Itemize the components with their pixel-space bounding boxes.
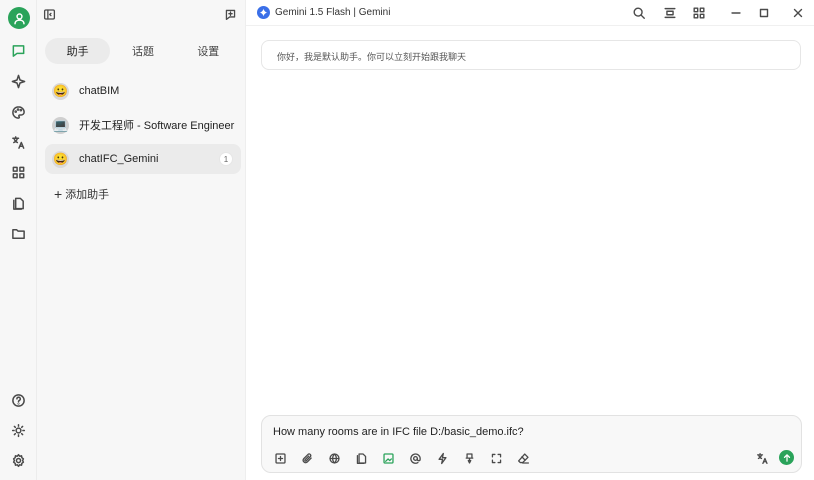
chat-icon[interactable]	[8, 40, 28, 60]
sidebar-toolbar	[37, 0, 246, 28]
fullscreen-expand-icon[interactable]	[487, 449, 505, 467]
new-topic-icon[interactable]	[222, 6, 238, 22]
assistant-name: chatIFC_Gemini	[79, 153, 159, 165]
tab-assistants[interactable]: 助手	[45, 38, 111, 64]
palette-icon[interactable]	[8, 102, 28, 122]
tab-settings[interactable]: 设置	[176, 38, 241, 64]
close-icon[interactable]	[790, 5, 806, 21]
assistant-list: 😀 chatBIM 💻 开发工程师 - Software Engineer 😀 …	[45, 76, 241, 178]
mention-at-icon[interactable]	[406, 449, 424, 467]
attachment-icon[interactable]	[298, 449, 316, 467]
message-input[interactable]: How many rooms are in IFC file D:/basic_…	[273, 426, 524, 438]
welcome-message: 你好，我是默认助手。你可以立刻开始跟我聊天	[261, 40, 801, 70]
image-generation-icon[interactable]	[379, 449, 397, 467]
help-icon[interactable]	[8, 390, 28, 410]
add-assistant-button[interactable]: + 添加助手	[54, 186, 109, 202]
assistant-item-chatbim[interactable]: 😀 chatBIM	[45, 76, 241, 106]
brightness-icon[interactable]	[8, 420, 28, 440]
topic-count-badge: 1	[219, 152, 233, 166]
tab-topics[interactable]: 话题	[110, 38, 175, 64]
title-bar: Gemini 1.5 Flash | Gemini	[246, 0, 814, 26]
apps-grid-icon[interactable]	[8, 162, 28, 182]
sparkle-icon[interactable]	[8, 71, 28, 91]
clear-context-icon[interactable]	[460, 449, 478, 467]
face-emoji-icon: 😀	[52, 82, 69, 100]
assistant-name: chatBIM	[79, 85, 120, 97]
eraser-icon[interactable]	[514, 449, 532, 467]
face-emoji-icon: 😀	[52, 150, 69, 168]
assistant-sidebar: 助手 话题 设置 😀 chatBIM 💻 开发工程师 - Software En…	[37, 0, 246, 480]
composer-toolbar	[271, 449, 541, 467]
left-rail	[0, 0, 37, 480]
gemini-logo-icon	[257, 6, 270, 19]
user-avatar[interactable]	[8, 7, 30, 29]
folder-icon[interactable]	[8, 223, 28, 243]
quick-phrase-lightning-icon[interactable]	[433, 449, 451, 467]
sidebar-tabs: 助手 话题 设置	[45, 38, 241, 64]
assistant-item-chatifc-gemini[interactable]: 😀 chatIFC_Gemini 1	[45, 144, 241, 174]
send-button[interactable]	[779, 450, 794, 465]
model-label: Gemini 1.5 Flash | Gemini	[275, 7, 391, 18]
translate-icon[interactable]	[8, 132, 28, 152]
files-icon[interactable]	[8, 193, 28, 213]
layout-toggle-icon[interactable]	[662, 5, 678, 21]
search-icon[interactable]	[631, 5, 647, 21]
settings-gear-icon[interactable]	[8, 450, 28, 470]
mini-apps-icon[interactable]	[691, 5, 707, 21]
new-topic-icon[interactable]	[271, 449, 289, 467]
knowledge-base-icon[interactable]	[352, 449, 370, 467]
collapse-sidebar-icon[interactable]	[41, 6, 57, 22]
web-search-globe-icon[interactable]	[325, 449, 343, 467]
plus-icon: +	[54, 186, 63, 202]
translate-input-icon[interactable]	[754, 450, 770, 466]
minimize-icon[interactable]	[728, 5, 744, 21]
maximize-icon[interactable]	[756, 5, 772, 21]
model-selector[interactable]: Gemini 1.5 Flash | Gemini	[257, 6, 390, 19]
add-assistant-label: 添加助手	[65, 189, 110, 201]
assistant-item-software-engineer[interactable]: 💻 开发工程师 - Software Engineer	[45, 110, 241, 140]
assistant-name: 开发工程师 - Software Engineer	[79, 120, 235, 132]
message-composer: How many rooms are in IFC file D:/basic_…	[261, 415, 802, 473]
laptop-emoji-icon: 💻	[52, 116, 69, 134]
